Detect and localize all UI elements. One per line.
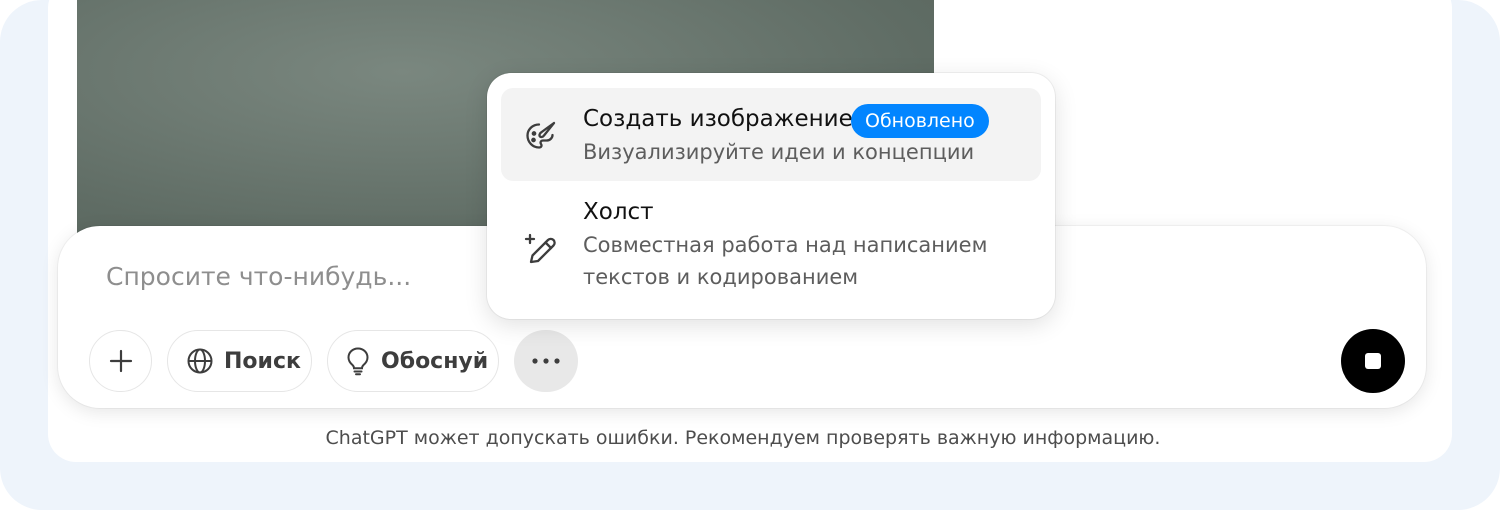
prompt-input[interactable]: Спросите что-нибудь... xyxy=(106,262,411,291)
tools-menu: Создать изображение Обновлено Визуализир… xyxy=(487,73,1055,319)
more-dots-icon xyxy=(531,357,561,365)
attach-button[interactable] xyxy=(89,330,152,392)
stop-generating-button[interactable] xyxy=(1341,329,1405,393)
menu-item-description: Визуализируйте идеи и концепции xyxy=(583,140,975,164)
menu-item-create-image[interactable]: Создать изображение Обновлено Визуализир… xyxy=(501,88,1041,181)
plus-icon xyxy=(108,348,134,374)
menu-item-canvas[interactable]: Холст Совместная работа над написанием т… xyxy=(501,195,1041,307)
globe-icon xyxy=(186,347,214,375)
disclaimer-text: ChatGPT может допускать ошибки. Рекоменд… xyxy=(325,427,1161,449)
more-tools-button[interactable] xyxy=(514,330,578,392)
pencil-sparkle-icon xyxy=(523,231,561,273)
updated-badge: Обновлено xyxy=(851,104,989,138)
menu-item-title: Создать изображение xyxy=(583,106,853,132)
lightbulb-icon xyxy=(345,346,371,376)
reason-button[interactable]: Обоснуй xyxy=(327,330,499,392)
menu-item-description: Совместная работа над написанием текстов… xyxy=(583,233,988,289)
reason-button-label: Обоснуй xyxy=(381,348,489,374)
search-button[interactable]: Поиск xyxy=(167,330,312,392)
stop-icon xyxy=(1365,353,1381,369)
palette-brush-icon xyxy=(523,118,559,158)
search-button-label: Поиск xyxy=(224,348,301,374)
menu-item-title: Холст xyxy=(583,199,654,225)
